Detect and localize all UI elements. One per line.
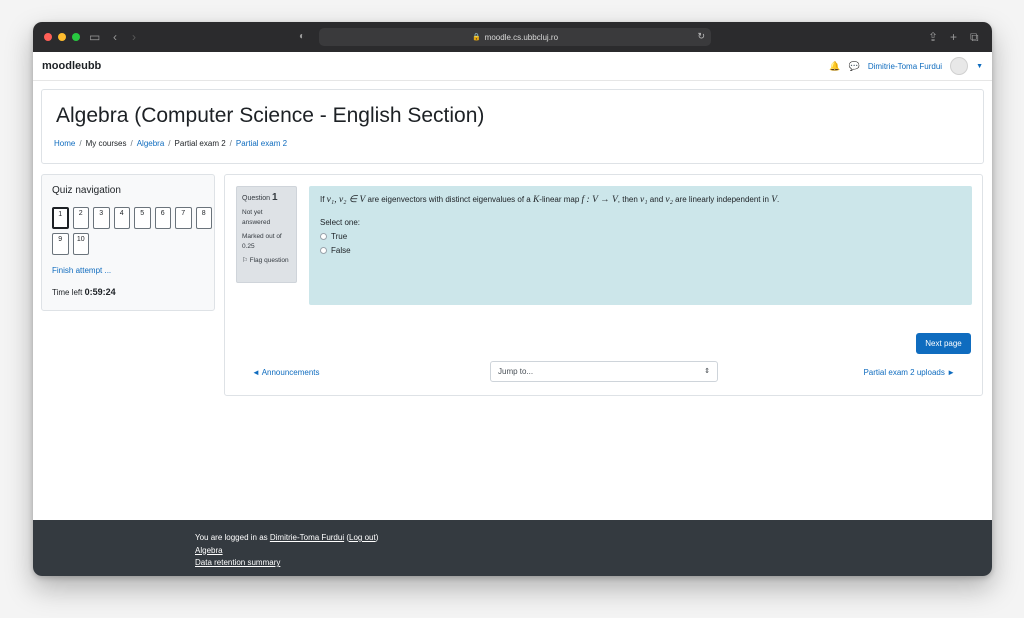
select-one-label: Select one:	[320, 218, 361, 227]
question-info: Question 1 Not yet answered Marked out o…	[236, 186, 297, 283]
forward-icon[interactable]: ›	[132, 29, 136, 45]
answer-option-label: True	[331, 232, 348, 241]
quiz-question-button-5[interactable]: 5	[134, 207, 151, 229]
question-number: Question 1	[242, 192, 291, 203]
breadcrumb-separator: /	[79, 139, 82, 148]
logout-link[interactable]: Log out	[349, 533, 376, 542]
flag-question-label: Flag question	[249, 257, 289, 264]
tabs-overview-icon[interactable]: ⧉	[970, 29, 979, 45]
close-window-button[interactable]	[44, 33, 52, 41]
answer-option-false[interactable]: False	[320, 246, 961, 255]
quiz-main-region: Question 1 Not yet answered Marked out o…	[224, 174, 983, 396]
back-icon[interactable]: ‹	[113, 29, 117, 45]
next-activity-link[interactable]: Partial exam 2 uploads ►	[863, 368, 955, 377]
question-content: If v₁, v₂ ∈ V are eigenvectors with dist…	[309, 186, 972, 305]
question-text-part: are linearly independent in	[672, 195, 772, 204]
sidebar-icon[interactable]: ▭	[89, 29, 100, 45]
footer-course-link[interactable]: Algebra	[195, 546, 223, 555]
quiz-question-button-3[interactable]: 3	[93, 207, 110, 229]
radio-false[interactable]	[320, 247, 327, 254]
data-retention-link[interactable]: Data retention summary	[195, 558, 280, 567]
answer-option-true[interactable]: True	[320, 232, 961, 241]
user-menu-name[interactable]: Dimitrie-Toma Furdui	[868, 62, 942, 71]
answer-option-label: False	[331, 246, 351, 255]
breadcrumb-separator: /	[130, 139, 133, 148]
question-math: v₁, v₂ ∈ V	[326, 195, 366, 205]
flag-question-toggle[interactable]: ⚐ Flag question	[242, 256, 291, 266]
reload-icon[interactable]: ↻	[697, 31, 705, 42]
time-left-label: Time left	[52, 288, 83, 297]
quiz-navigation-block: Quiz navigation 1 2 3 4 5 6 7 8 9 10 Fin…	[41, 174, 215, 311]
jump-to-select[interactable]: Jump to... ⇕	[490, 361, 718, 382]
next-page-button[interactable]: Next page	[916, 333, 971, 354]
radio-true[interactable]	[320, 233, 327, 240]
breadcrumb-my-courses: My courses	[85, 139, 127, 148]
minimize-window-button[interactable]	[58, 33, 66, 41]
new-tab-icon[interactable]: +	[950, 29, 957, 45]
browser-window: ▭ ‹ › ◐ 🔒 moodle.cs.ubbcluj.ro ↻ ⇪ + ⧉ m…	[33, 22, 992, 576]
time-left-value: 0:59:24	[84, 287, 116, 297]
footer-user-link[interactable]: Dimitrie-Toma Furdui	[270, 533, 344, 542]
breadcrumb-section: Partial exam 2	[174, 139, 226, 148]
site-brand[interactable]: moodleubb	[42, 60, 101, 72]
question-math: v₁	[640, 195, 648, 205]
page-header: Algebra (Computer Science - English Sect…	[41, 89, 984, 164]
browser-toolbar: ▭ ‹ › ◐ 🔒 moodle.cs.ubbcluj.ro ↻ ⇪ + ⧉	[33, 22, 992, 52]
page-footer: You are logged in as Dimitrie-Toma Furdu…	[33, 520, 992, 576]
chevron-down-icon[interactable]: ▼	[976, 63, 983, 70]
quiz-navigation-title: Quiz navigation	[52, 185, 121, 196]
window-controls	[44, 33, 80, 41]
quiz-question-button-1[interactable]: 1	[52, 207, 69, 229]
footer-login-prefix: You are logged in as	[195, 533, 270, 542]
navbar-user-area: 🔔 💬 Dimitrie-Toma Furdui ▼	[829, 57, 983, 75]
breadcrumb-separator: /	[229, 139, 232, 148]
messages-icon[interactable]: 💬	[849, 61, 860, 72]
question-text-part: are eigenvectors with distinct eigenvalu…	[365, 195, 533, 204]
lock-icon: 🔒	[471, 34, 481, 41]
privacy-shield-icon[interactable]: ◐	[299, 29, 305, 45]
share-icon[interactable]: ⇪	[928, 29, 938, 45]
previous-activity-link[interactable]: ◄ Announcements	[252, 368, 320, 377]
question-label: Question	[242, 195, 271, 202]
question-number-value: 1	[271, 192, 278, 203]
finish-attempt-link[interactable]: Finish attempt ...	[52, 266, 111, 275]
notification-bell-icon[interactable]: 🔔	[829, 61, 840, 72]
quiz-question-button-9[interactable]: 9	[52, 233, 69, 255]
breadcrumb-quiz[interactable]: Partial exam 2	[236, 139, 287, 148]
question-math: f : V → V	[581, 195, 618, 205]
question-status: Not yet answered	[242, 209, 271, 226]
quiz-question-button-7[interactable]: 7	[175, 207, 192, 229]
question-text-part: and	[647, 195, 666, 204]
site-navbar: moodleubb 🔔 💬 Dimitrie-Toma Furdui ▼	[33, 52, 992, 81]
question-text-part: .	[777, 195, 780, 204]
quiz-question-button-10[interactable]: 10	[72, 233, 89, 255]
breadcrumb-algebra[interactable]: Algebra	[137, 139, 165, 148]
select-arrows-icon: ⇕	[704, 368, 710, 375]
question-text: If v₁, v₂ ∈ V are eigenvectors with dist…	[320, 194, 961, 205]
quiz-question-button-2[interactable]: 2	[72, 207, 89, 229]
question-math: v₂	[665, 195, 673, 205]
breadcrumb: Home / My courses / Algebra / Partial ex…	[54, 139, 287, 148]
breadcrumb-separator: /	[168, 139, 171, 148]
address-bar[interactable]: 🔒 moodle.cs.ubbcluj.ro ↻	[319, 28, 711, 46]
time-left: Time left 0:59:24	[52, 287, 116, 297]
question-text-part: If	[320, 195, 327, 204]
quiz-question-buttons: 1 2 3 4 5 6 7 8 9 10	[52, 207, 212, 255]
flag-icon: ⚐	[242, 257, 248, 264]
quiz-question-button-8[interactable]: 8	[195, 207, 212, 229]
question-marks: Marked out of 0.25	[242, 233, 282, 250]
zoom-window-button[interactable]	[72, 33, 80, 41]
jump-to-value: Jump to...	[498, 367, 534, 376]
question-text-part: , then	[617, 195, 641, 204]
question-text-part: -linear map	[539, 195, 582, 204]
quiz-question-button-4[interactable]: 4	[113, 207, 130, 229]
avatar[interactable]	[950, 57, 969, 75]
url-text: moodle.cs.ubbcluj.ro	[484, 32, 559, 42]
footer-login-info: You are logged in as Dimitrie-Toma Furdu…	[195, 533, 379, 542]
breadcrumb-home[interactable]: Home	[54, 139, 75, 148]
quiz-question-button-6[interactable]: 6	[154, 207, 171, 229]
page-title: Algebra (Computer Science - English Sect…	[56, 104, 485, 127]
